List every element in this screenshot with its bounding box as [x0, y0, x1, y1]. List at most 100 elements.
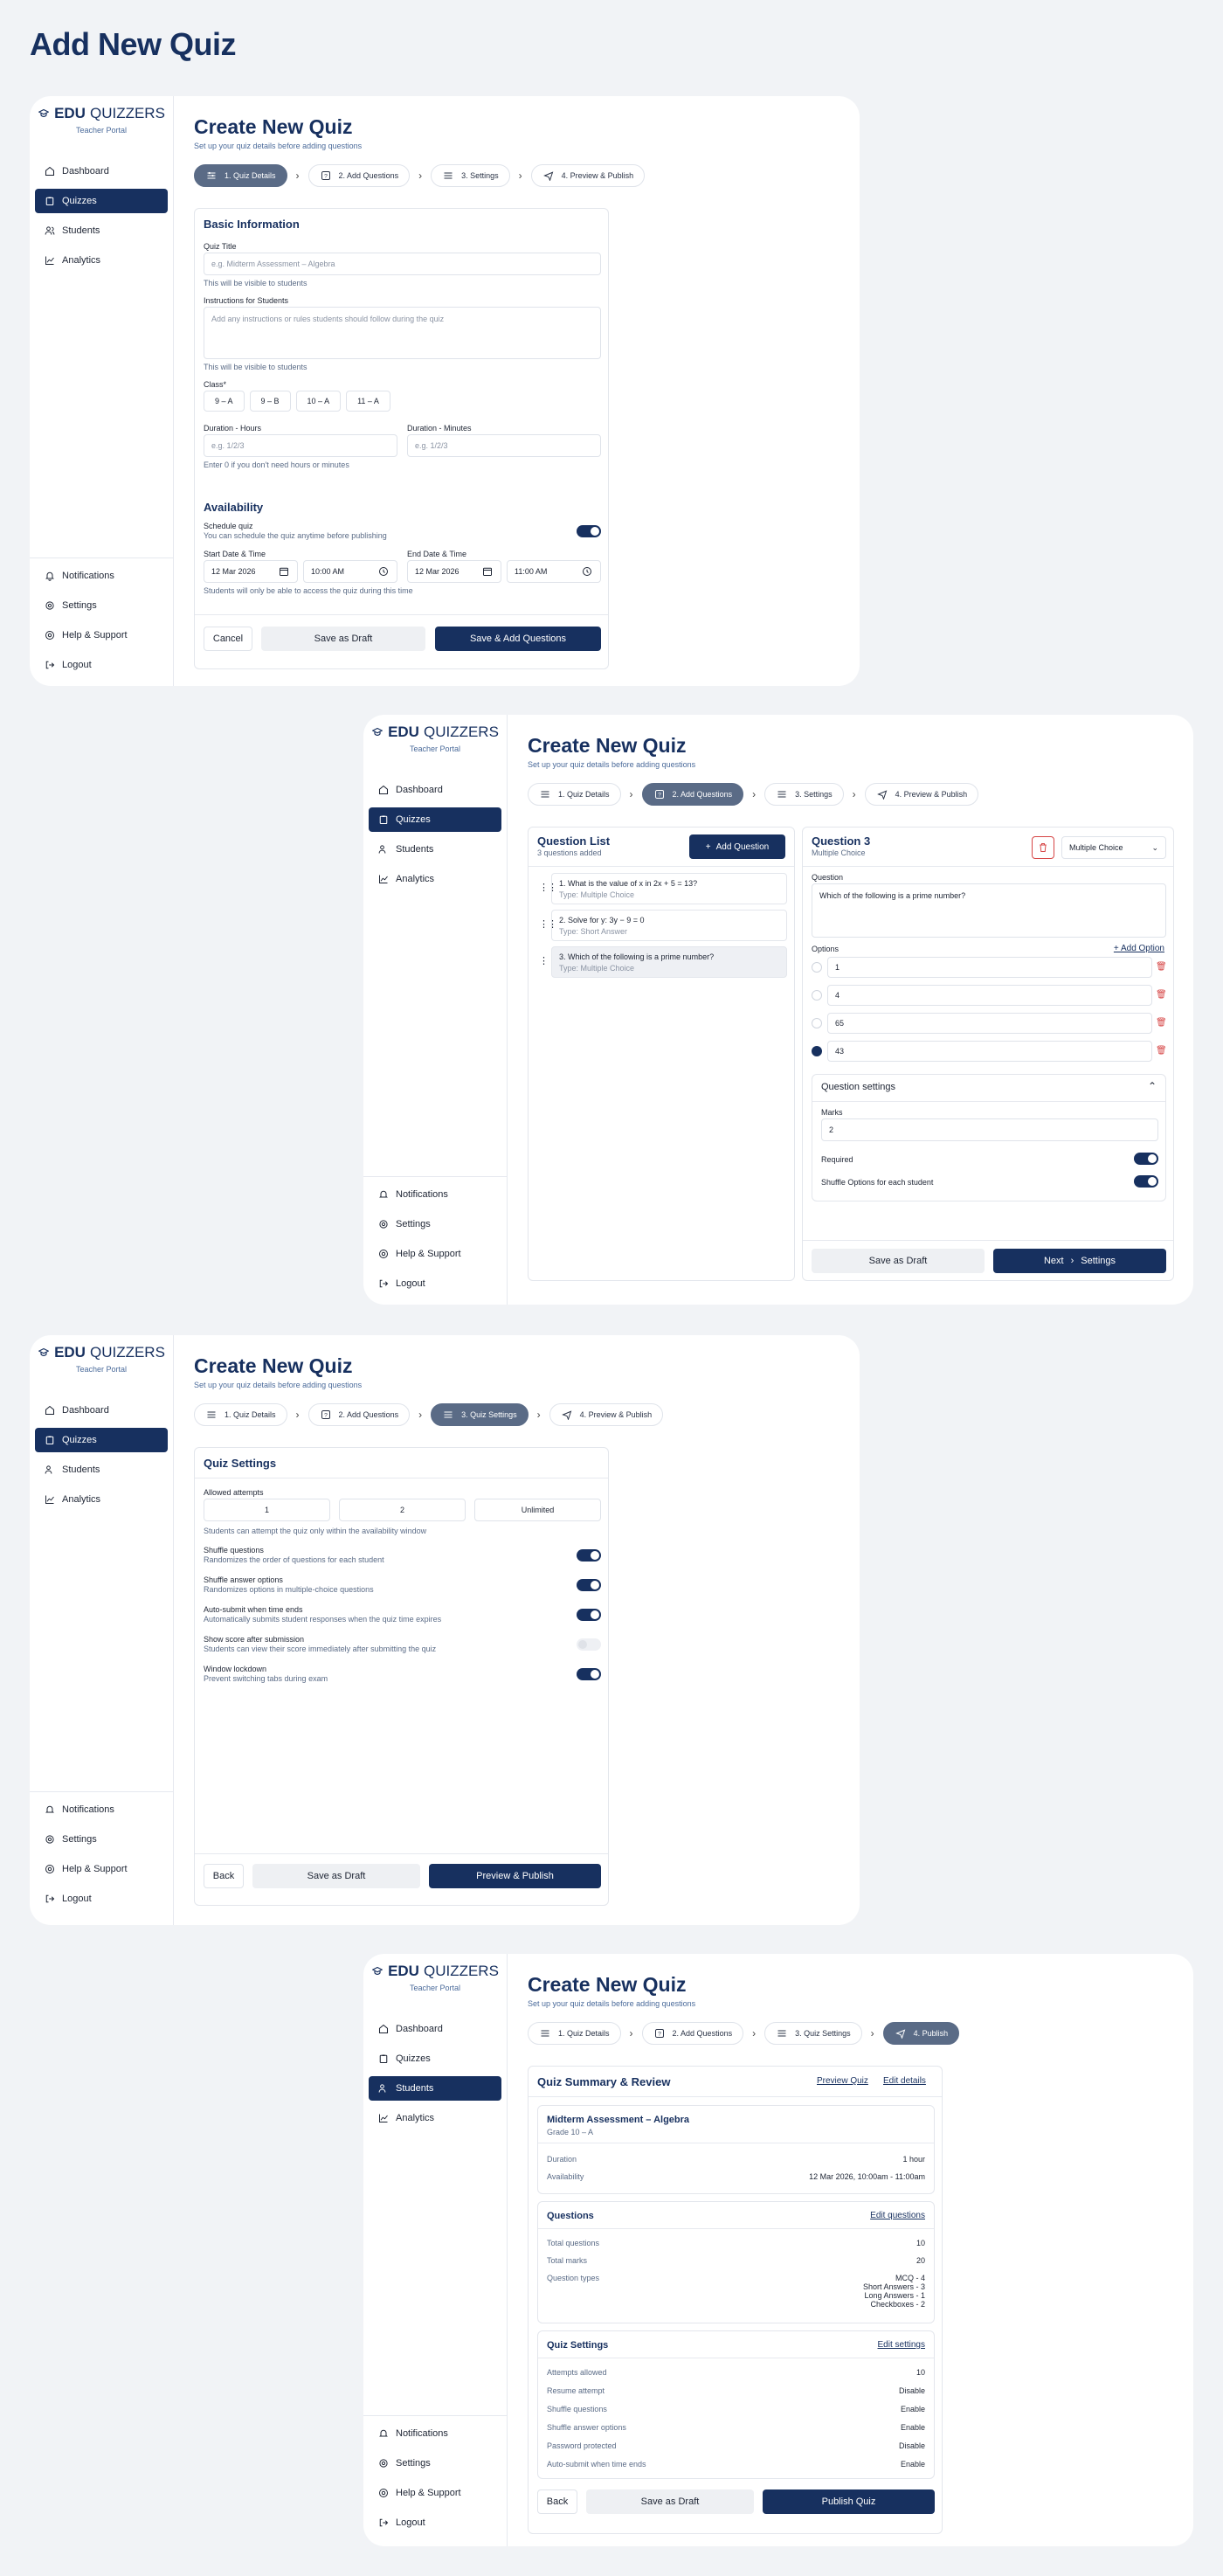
nav-logout[interactable]: Logout — [369, 1271, 501, 1296]
attempt-option[interactable]: Unlimited — [474, 1499, 601, 1521]
class-chip[interactable]: 9 – A — [204, 391, 245, 412]
hours-input[interactable]: e.g. 1/2/3 — [204, 434, 397, 457]
required-toggle[interactable] — [1134, 1153, 1158, 1165]
step-3[interactable]: 3. Quiz Settings — [764, 2022, 862, 2045]
question-item-selected[interactable]: 3. Which of the following is a prime num… — [551, 946, 787, 978]
edit-settings-link[interactable]: Edit settings — [878, 2340, 925, 2350]
option-input[interactable]: 1 — [827, 957, 1152, 978]
schedule-toggle[interactable] — [577, 525, 601, 537]
nav-quizzes[interactable]: Quizzes — [369, 2046, 501, 2071]
nav-students[interactable]: Students — [35, 218, 168, 243]
attempt-option[interactable]: 1 — [204, 1499, 330, 1521]
start-date-input[interactable]: 12 Mar 2026 — [204, 560, 298, 583]
shuffle-options-toggle[interactable] — [577, 1579, 601, 1591]
publish-quiz-button[interactable]: Publish Quiz — [763, 2489, 935, 2514]
edit-details-link[interactable]: Edit details — [883, 2076, 926, 2086]
class-chip[interactable]: 10 – A — [295, 391, 342, 412]
nav-notifications[interactable]: Notifications — [35, 1797, 168, 1822]
option-input[interactable]: 65 — [827, 1013, 1152, 1034]
option-radio[interactable] — [812, 1018, 822, 1028]
nav-students[interactable]: Students — [369, 2076, 501, 2101]
auto-submit-toggle[interactable] — [577, 1609, 601, 1621]
delete-option-icon[interactable]: 🗑 — [1156, 1046, 1167, 1056]
window-lockdown-toggle[interactable] — [577, 1668, 601, 1680]
nav-dashboard[interactable]: Dashboard — [35, 159, 168, 184]
step-2[interactable]: ? 2. Add Questions — [307, 164, 411, 187]
step-2[interactable]: ? 2. Add Questions — [641, 2022, 744, 2045]
save-draft-button[interactable]: Save as Draft — [261, 627, 425, 651]
nav-settings[interactable]: Settings — [35, 1827, 168, 1852]
nav-dashboard[interactable]: Dashboard — [369, 778, 501, 802]
nav-help[interactable]: Help & Support — [35, 1857, 168, 1881]
save-add-questions-button[interactable]: Save & Add Questions — [435, 627, 601, 651]
end-time-input[interactable]: 11:00 AM — [507, 560, 601, 583]
step-2[interactable]: ? 2. Add Questions — [641, 783, 744, 806]
save-draft-button[interactable]: Save as Draft — [812, 1249, 985, 1273]
preview-publish-button[interactable]: Preview & Publish — [429, 1864, 601, 1888]
step-3[interactable]: 3. Settings — [764, 783, 844, 806]
nav-analytics[interactable]: Analytics — [369, 867, 501, 891]
nav-analytics[interactable]: Analytics — [35, 1487, 168, 1512]
nav-logout[interactable]: Logout — [35, 653, 168, 677]
attempt-option[interactable]: 2 — [339, 1499, 466, 1521]
chevron-up-icon[interactable]: ⌃ — [1148, 1080, 1157, 1092]
step-1[interactable]: 1. Quiz Details — [194, 1403, 287, 1426]
step-3[interactable]: 3. Quiz Settings — [431, 1403, 529, 1426]
step-4[interactable]: 4. Preview & Publish — [864, 783, 979, 806]
option-radio[interactable] — [812, 990, 822, 1001]
class-chip[interactable]: 11 – A — [346, 391, 390, 412]
class-chip[interactable]: 9 – B — [249, 391, 291, 412]
step-4[interactable]: 4. Publish — [882, 2022, 960, 2045]
delete-option-icon[interactable]: 🗑 — [1156, 990, 1167, 1001]
step-2[interactable]: ? 2. Add Questions — [307, 1403, 411, 1426]
quiz-title-input[interactable]: e.g. Midterm Assessment – Algebra — [204, 253, 601, 275]
delete-option-icon[interactable]: 🗑 — [1156, 962, 1167, 973]
back-button[interactable]: Back — [204, 1864, 244, 1888]
back-button[interactable]: Back — [537, 2489, 577, 2514]
nav-settings[interactable]: Settings — [35, 593, 168, 618]
question-textarea[interactable]: Which of the following is a prime number… — [812, 883, 1166, 938]
next-settings-button[interactable]: Next › Settings — [993, 1249, 1166, 1273]
option-radio[interactable] — [812, 962, 822, 973]
question-item[interactable]: 1. What is the value of x in 2x + 5 = 13… — [551, 873, 787, 904]
question-type-select[interactable]: Multiple Choice ⌄ — [1061, 836, 1166, 859]
nav-dashboard[interactable]: Dashboard — [369, 2017, 501, 2041]
delete-question-button[interactable] — [1032, 836, 1054, 859]
nav-help[interactable]: Help & Support — [35, 623, 168, 647]
nav-notifications[interactable]: Notifications — [35, 564, 168, 588]
end-date-input[interactable]: 12 Mar 2026 — [407, 560, 501, 583]
shuffle-questions-toggle[interactable] — [577, 1549, 601, 1562]
nav-notifications[interactable]: Notifications — [369, 1182, 501, 1207]
option-input[interactable]: 4 — [827, 985, 1152, 1006]
shuffle-toggle[interactable] — [1134, 1175, 1158, 1188]
step-1[interactable]: 1. Quiz Details — [194, 164, 287, 187]
cancel-button[interactable]: Cancel — [204, 627, 252, 651]
nav-logout[interactable]: Logout — [35, 1887, 168, 1911]
step-1[interactable]: 1. Quiz Details — [528, 783, 621, 806]
nav-analytics[interactable]: Analytics — [35, 248, 168, 273]
nav-help[interactable]: Help & Support — [369, 1242, 501, 1266]
nav-quizzes[interactable]: Quizzes — [369, 807, 501, 832]
save-draft-button[interactable]: Save as Draft — [586, 2489, 754, 2514]
nav-quizzes[interactable]: Quizzes — [35, 189, 168, 213]
marks-input[interactable]: 2 — [821, 1118, 1158, 1141]
minutes-input[interactable]: e.g. 1/2/3 — [407, 434, 601, 457]
start-time-input[interactable]: 10:00 AM — [303, 560, 397, 583]
edit-questions-link[interactable]: Edit questions — [870, 2211, 925, 2220]
add-question-button[interactable]: + Add Question — [689, 834, 785, 859]
nav-settings[interactable]: Settings — [369, 1212, 501, 1236]
nav-students[interactable]: Students — [369, 837, 501, 862]
step-1[interactable]: 1. Quiz Details — [528, 2022, 621, 2045]
step-4[interactable]: 4. Preview & Publish — [530, 164, 646, 187]
add-option-link[interactable]: + Add Option — [1114, 944, 1164, 953]
option-input[interactable]: 43 — [827, 1041, 1152, 1062]
step-4[interactable]: 4. Preview & Publish — [549, 1403, 664, 1426]
preview-quiz-link[interactable]: Preview Quiz — [817, 2076, 868, 2086]
nav-notifications[interactable]: Notifications — [369, 2421, 501, 2446]
nav-analytics[interactable]: Analytics — [369, 2106, 501, 2130]
step-3[interactable]: 3. Settings — [431, 164, 510, 187]
option-radio-selected[interactable] — [812, 1046, 822, 1056]
nav-settings[interactable]: Settings — [369, 2451, 501, 2476]
delete-option-icon[interactable]: 🗑 — [1156, 1018, 1167, 1028]
question-item[interactable]: 2. Solve for y: 3y − 9 = 0 Type: Short An… — [551, 910, 787, 941]
